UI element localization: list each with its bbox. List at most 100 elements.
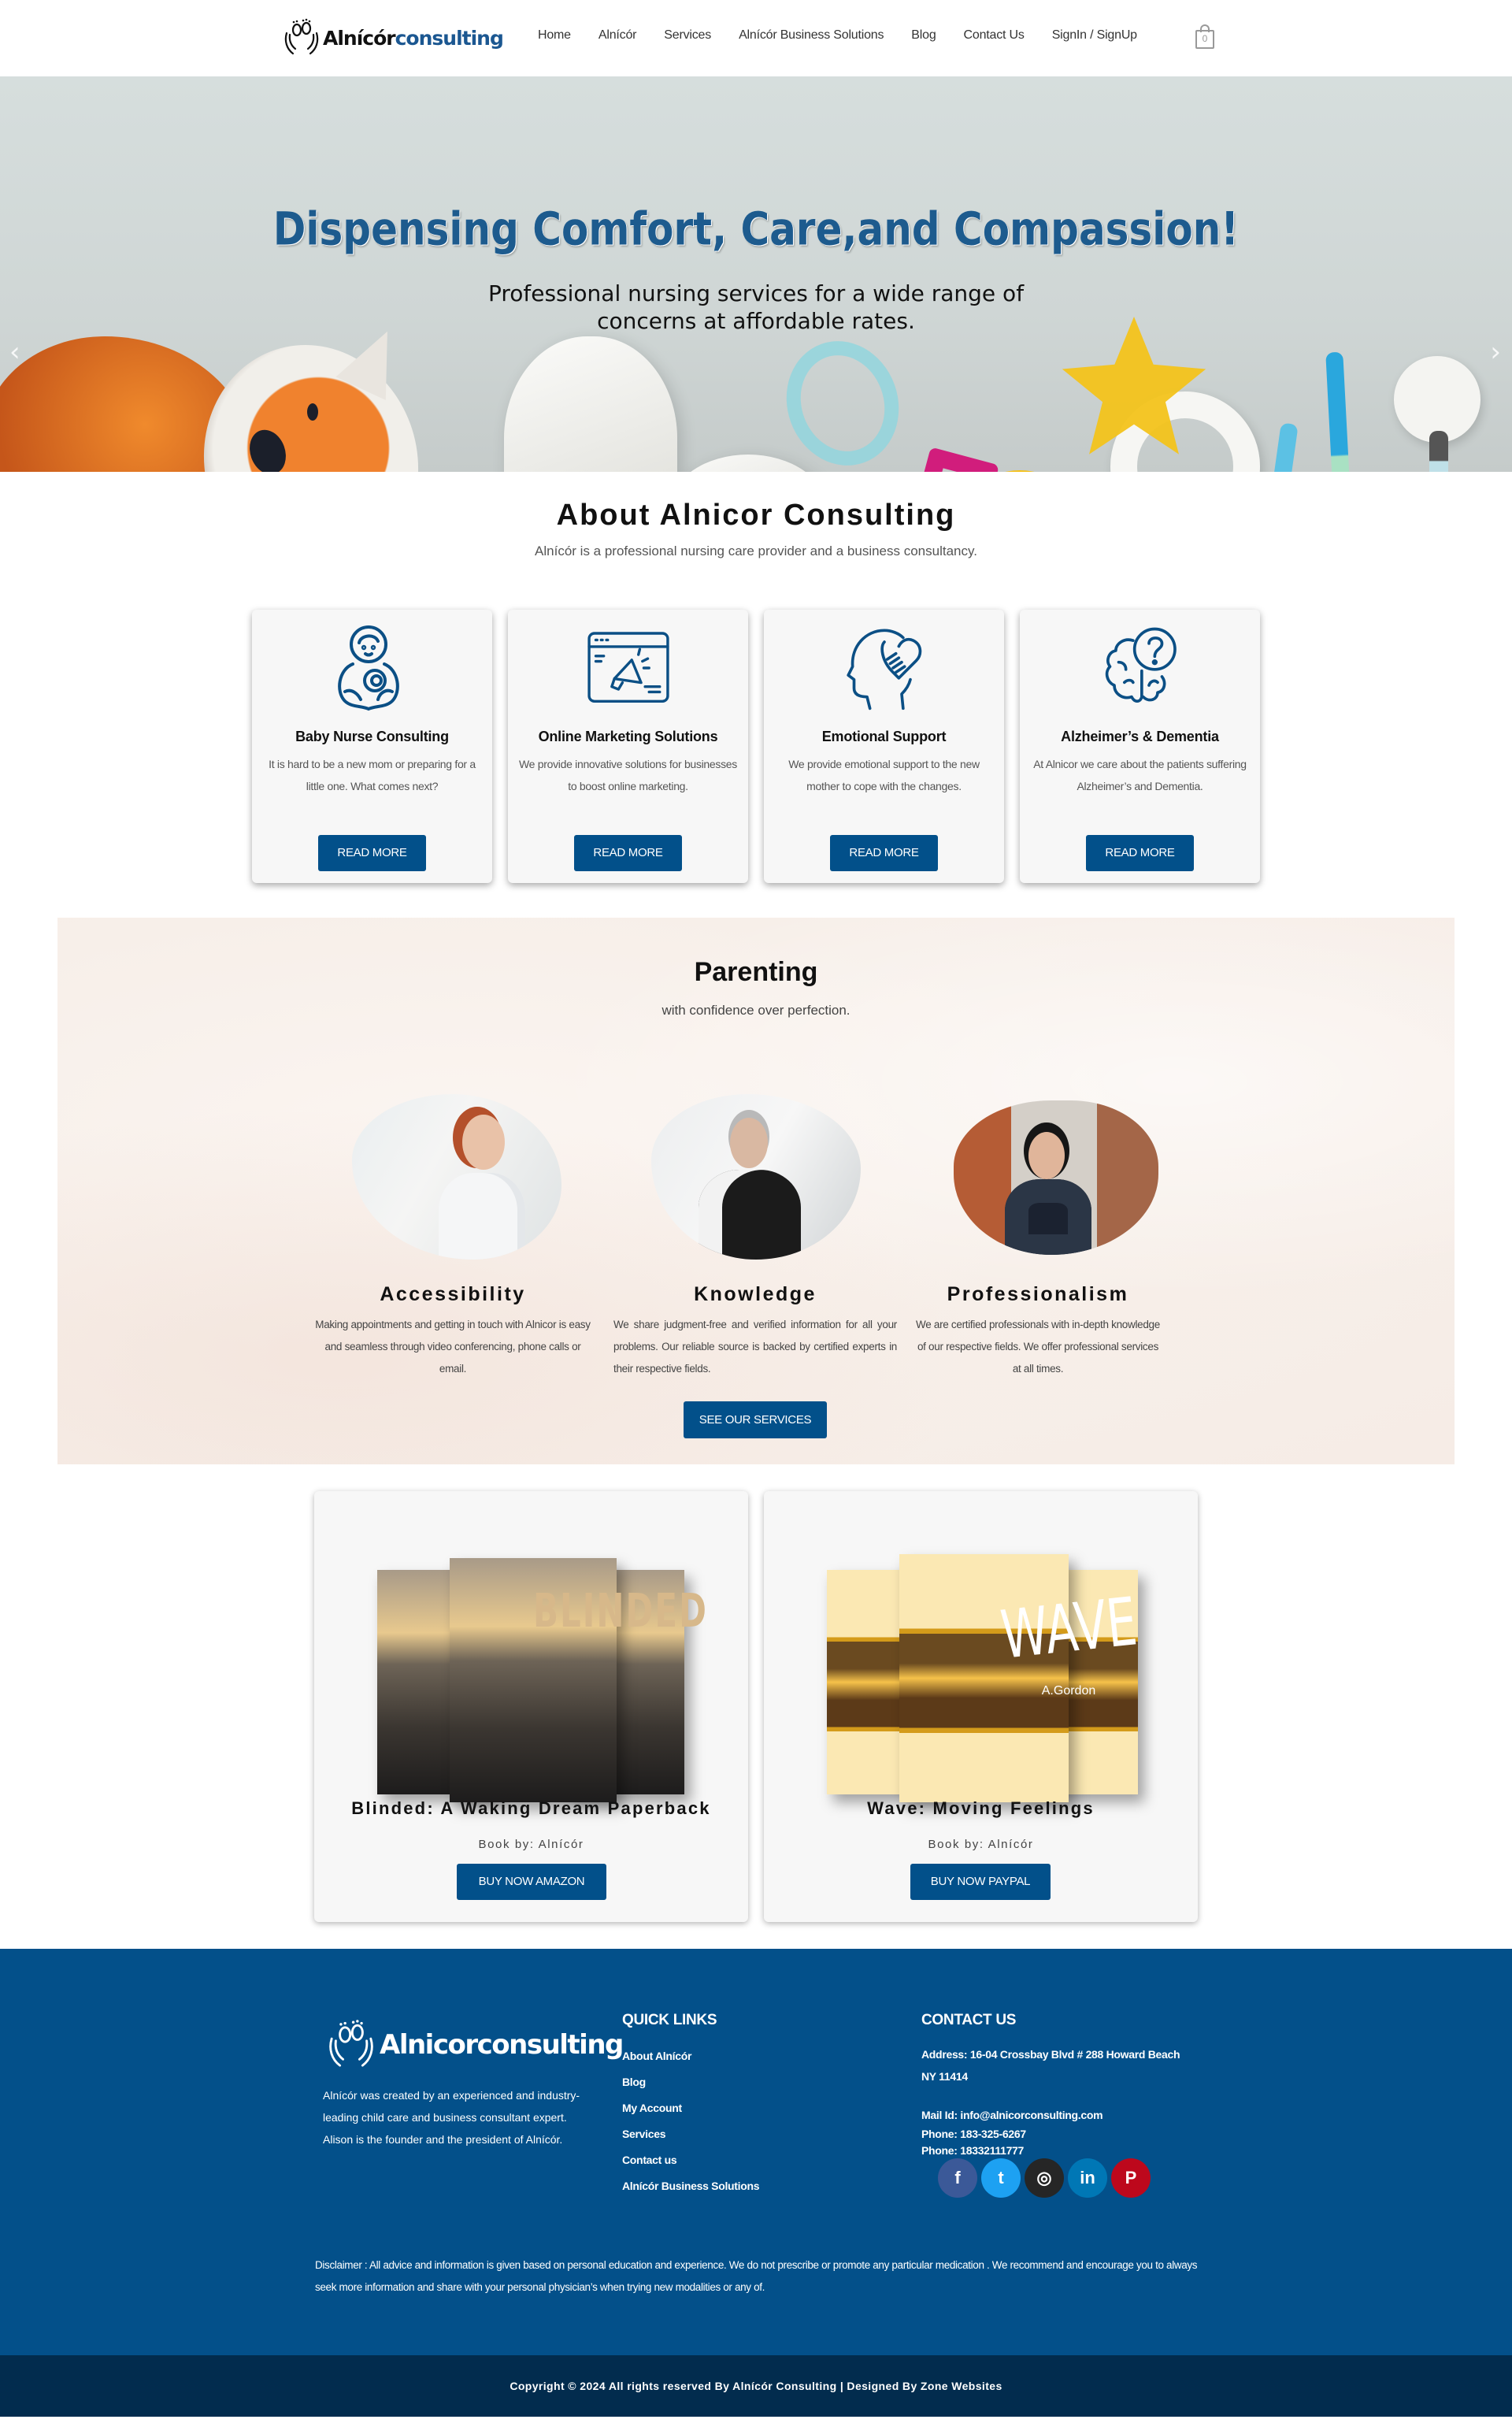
site-footer: Alnicorconsulting Alnícór was created by… xyxy=(0,1949,1512,2355)
contact-info: Address: 16-04 Crossbay Blvd # 288 Howar… xyxy=(921,2043,1181,2159)
facebook-icon[interactable]: f xyxy=(938,2158,977,2198)
hero-subtitle: Professional nursing services for a wide… xyxy=(487,280,1025,334)
instagram-icon[interactable]: ◎ xyxy=(1025,2158,1064,2198)
hero-slider: Dispensing Comfort, Care,and Compassion!… xyxy=(0,76,1512,472)
book-card: BLINDED Blinded: A Waking Dream Paperbac… xyxy=(314,1491,748,1922)
pacifier-clip-image xyxy=(1394,356,1480,443)
footer-link-about[interactable]: About Alnícór xyxy=(622,2043,759,2069)
teether-image xyxy=(906,447,999,472)
contact-phone-1[interactable]: Phone: 183-325-6267 xyxy=(921,2126,1181,2143)
slider-prev-icon[interactable]: ‹ xyxy=(9,336,20,368)
quick-links: About Alnícór Blog My Account Services C… xyxy=(622,2043,760,2199)
twitter-icon[interactable]: t xyxy=(981,2158,1021,2198)
footer-link-my-account[interactable]: My Account xyxy=(622,2095,759,2121)
parenting-title: Parenting xyxy=(694,957,818,987)
brain-question-icon xyxy=(1105,627,1177,703)
footer-logo-text: Alnicorconsulting xyxy=(380,2029,624,2061)
cart-button[interactable]: 0 xyxy=(1195,24,1216,50)
blinded-book-cover-image: BLINDED xyxy=(361,1523,708,1802)
service-text: We provide emotional support to the new … xyxy=(788,758,980,792)
feature-title: Professionalism xyxy=(947,1283,1129,1305)
nav-signin-signup[interactable]: SignIn / SignUp xyxy=(1052,28,1137,43)
cart-count: 0 xyxy=(1202,33,1208,44)
quick-links-title: QUICK LINKS xyxy=(622,2012,717,2028)
disclaimer-text: Disclaimer : All advice and information … xyxy=(315,2259,1198,2293)
feature-text: We are certified professionals with in-d… xyxy=(916,1319,1160,1375)
service-title: Alzheimer’s & Dementia xyxy=(1061,729,1219,744)
social-links: f t ◎ in P xyxy=(938,2158,1151,2198)
read-more-button[interactable]: READ MORE xyxy=(830,835,938,871)
footer-link-services[interactable]: Services xyxy=(622,2121,759,2147)
contact-email[interactable]: Mail Id: info@alnicorconsulting.com xyxy=(921,2104,1181,2126)
contact-address: Address: 16-04 Crossbay Blvd # 288 Howar… xyxy=(921,2048,1180,2083)
service-title: Online Marketing Solutions xyxy=(538,729,718,744)
feature-accessibility: Accessibility Making appointments and ge… xyxy=(311,1283,595,1380)
parenting-tagline: with confidence over perfection. xyxy=(662,1003,850,1018)
head-heart-hand-icon xyxy=(846,629,921,711)
mother-baby-icon xyxy=(337,625,399,711)
feature-title: Accessibility xyxy=(380,1283,526,1305)
pinterest-icon[interactable]: P xyxy=(1111,2158,1151,2198)
about-title: About Alnicor Consulting xyxy=(556,499,956,532)
book-cover-author: A.Gordon xyxy=(1041,1684,1096,1698)
about-subtitle: Alnícór is a professional nursing care p… xyxy=(535,544,977,558)
nav-home[interactable]: Home xyxy=(538,28,571,43)
read-more-button[interactable]: READ MORE xyxy=(318,835,426,871)
copyright-bar: Copyright © 2024 All rights reserved By … xyxy=(0,2355,1512,2417)
buy-now-amazon-button[interactable]: BUY NOW AMAZON xyxy=(457,1864,606,1900)
nav-contact-us[interactable]: Contact Us xyxy=(964,28,1025,43)
service-card: Online Marketing Solutions We provide in… xyxy=(508,610,748,883)
read-more-button[interactable]: READ MORE xyxy=(1086,835,1194,871)
book-author: Book by: Alnícór xyxy=(478,1838,584,1851)
hands-feet-logo-icon xyxy=(329,2020,373,2067)
about-section: About Alnicor Consulting Alnícór is a pr… xyxy=(0,472,1512,883)
books-section: BLINDED Blinded: A Waking Dream Paperbac… xyxy=(0,1491,1512,1949)
footer-logo[interactable]: Alnicorconsulting xyxy=(324,2018,624,2072)
hands-feet-logo-icon xyxy=(284,18,319,55)
read-more-button[interactable]: READ MORE xyxy=(574,835,682,871)
buy-now-paypal-button[interactable]: BUY NOW PAYPAL xyxy=(910,1864,1051,1900)
main-nav: Home Alnícór Services Alnícór Business S… xyxy=(538,28,1165,43)
service-title: Baby Nurse Consulting xyxy=(295,729,449,744)
book-author: Book by: Alnícór xyxy=(928,1838,1034,1851)
slider-next-icon[interactable]: › xyxy=(1490,336,1501,368)
book-card: WAVE A.Gordon Wave: Moving Feelings Book… xyxy=(764,1491,1198,1922)
feature-professionalism: Professionalism We are certified profess… xyxy=(916,1283,1160,1380)
feature-text: We share judgment-free and verified info… xyxy=(613,1319,897,1375)
parenting-section: Parenting with confidence over perfectio… xyxy=(57,918,1455,1464)
service-text: At Alnicor we care about the patients su… xyxy=(1033,758,1247,792)
feature-knowledge: Knowledge We share judgment-free and ver… xyxy=(613,1283,897,1380)
pacifier-image xyxy=(769,325,917,472)
nav-blog[interactable]: Blog xyxy=(911,28,936,43)
service-card: Baby Nurse Consulting It is hard to be a… xyxy=(252,610,492,883)
contact-phone-2[interactable]: Phone: 18332111777 xyxy=(921,2143,1181,2159)
logo-text-consulting: consulting xyxy=(395,26,504,50)
service-card: Emotional Support We provide emotional s… xyxy=(764,610,1004,883)
logo-text-alnicor: Alnícór xyxy=(323,26,396,50)
nav-alnicor[interactable]: Alnícór xyxy=(598,28,637,43)
feature-title: Knowledge xyxy=(694,1283,817,1305)
service-card: Alzheimer’s & Dementia At Alnicor we car… xyxy=(1020,610,1260,883)
footer-link-contact[interactable]: Contact us xyxy=(622,2147,759,2173)
baby-shoe-image xyxy=(504,336,677,472)
megaphone-browser-icon xyxy=(587,632,669,703)
site-header: Alnícórconsulting Home Alnícór Services … xyxy=(0,0,1512,76)
footer-about-text: Alnícór was created by an experienced an… xyxy=(323,2089,580,2146)
book-title: Wave: Moving Feelings xyxy=(867,1798,1095,1818)
services-grid: Baby Nurse Consulting It is hard to be a… xyxy=(0,610,1512,883)
service-text: We provide innovative solutions for busi… xyxy=(519,758,737,792)
feature-text: Making appointments and getting in touch… xyxy=(315,1319,591,1375)
nav-business-solutions[interactable]: Alnícór Business Solutions xyxy=(739,28,884,43)
site-logo[interactable]: Alnícórconsulting xyxy=(282,16,504,60)
footer-link-business-solutions[interactable]: Alnícór Business Solutions xyxy=(622,2173,760,2199)
footer-link-blog[interactable]: Blog xyxy=(622,2069,759,2095)
nav-services[interactable]: Services xyxy=(664,28,711,43)
contact-title: CONTACT US xyxy=(921,2012,1017,2028)
linkedin-icon[interactable]: in xyxy=(1068,2158,1107,2198)
see-our-services-button[interactable]: SEE OUR SERVICES xyxy=(684,1401,827,1438)
book-cover-title: BLINDED xyxy=(533,1583,708,1638)
service-title: Emotional Support xyxy=(821,729,947,744)
toothbrush-image xyxy=(1262,422,1299,472)
wave-book-cover-image: WAVE A.Gordon xyxy=(811,1523,1151,1802)
service-text: It is hard to be a new mom or preparing … xyxy=(269,758,476,792)
